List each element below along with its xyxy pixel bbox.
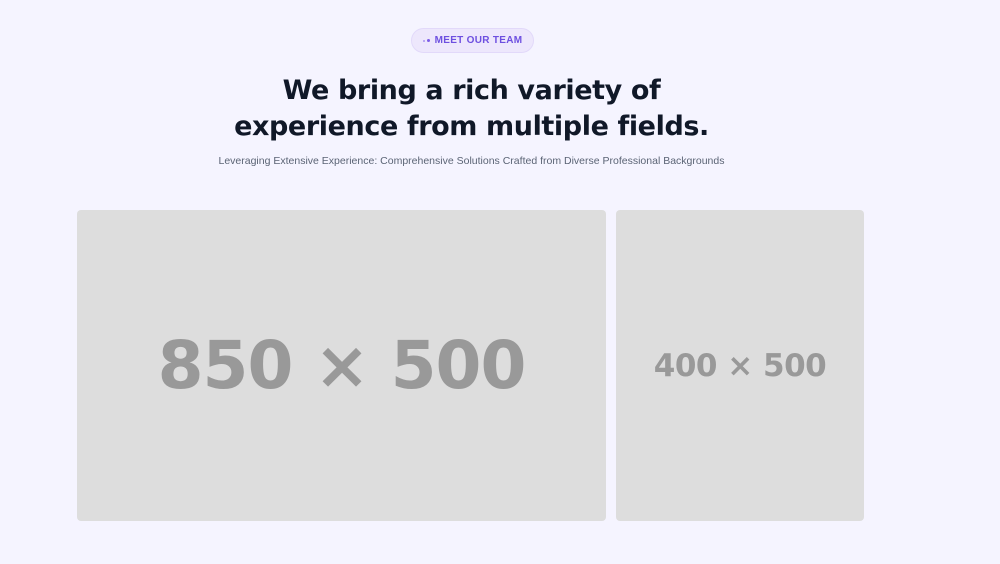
badge-label: MEET OUR TEAM bbox=[434, 35, 523, 46]
section-badge: MEET OUR TEAM bbox=[411, 28, 534, 53]
team-image-small: 400 × 500 bbox=[616, 210, 864, 521]
heading-line-2: experience from multiple fields. bbox=[234, 111, 709, 142]
sparkle-dots-icon bbox=[422, 39, 430, 42]
section-heading: We bring a rich variety of experience fr… bbox=[0, 73, 943, 145]
heading-line-1: We bring a rich variety of bbox=[282, 75, 661, 106]
team-image-large: 850 × 500 bbox=[77, 210, 606, 521]
section-subtitle: Leveraging Extensive Experience: Compreh… bbox=[218, 155, 725, 167]
image-size-label: 400 × 500 bbox=[653, 347, 827, 384]
image-size-label: 850 × 500 bbox=[157, 327, 527, 404]
